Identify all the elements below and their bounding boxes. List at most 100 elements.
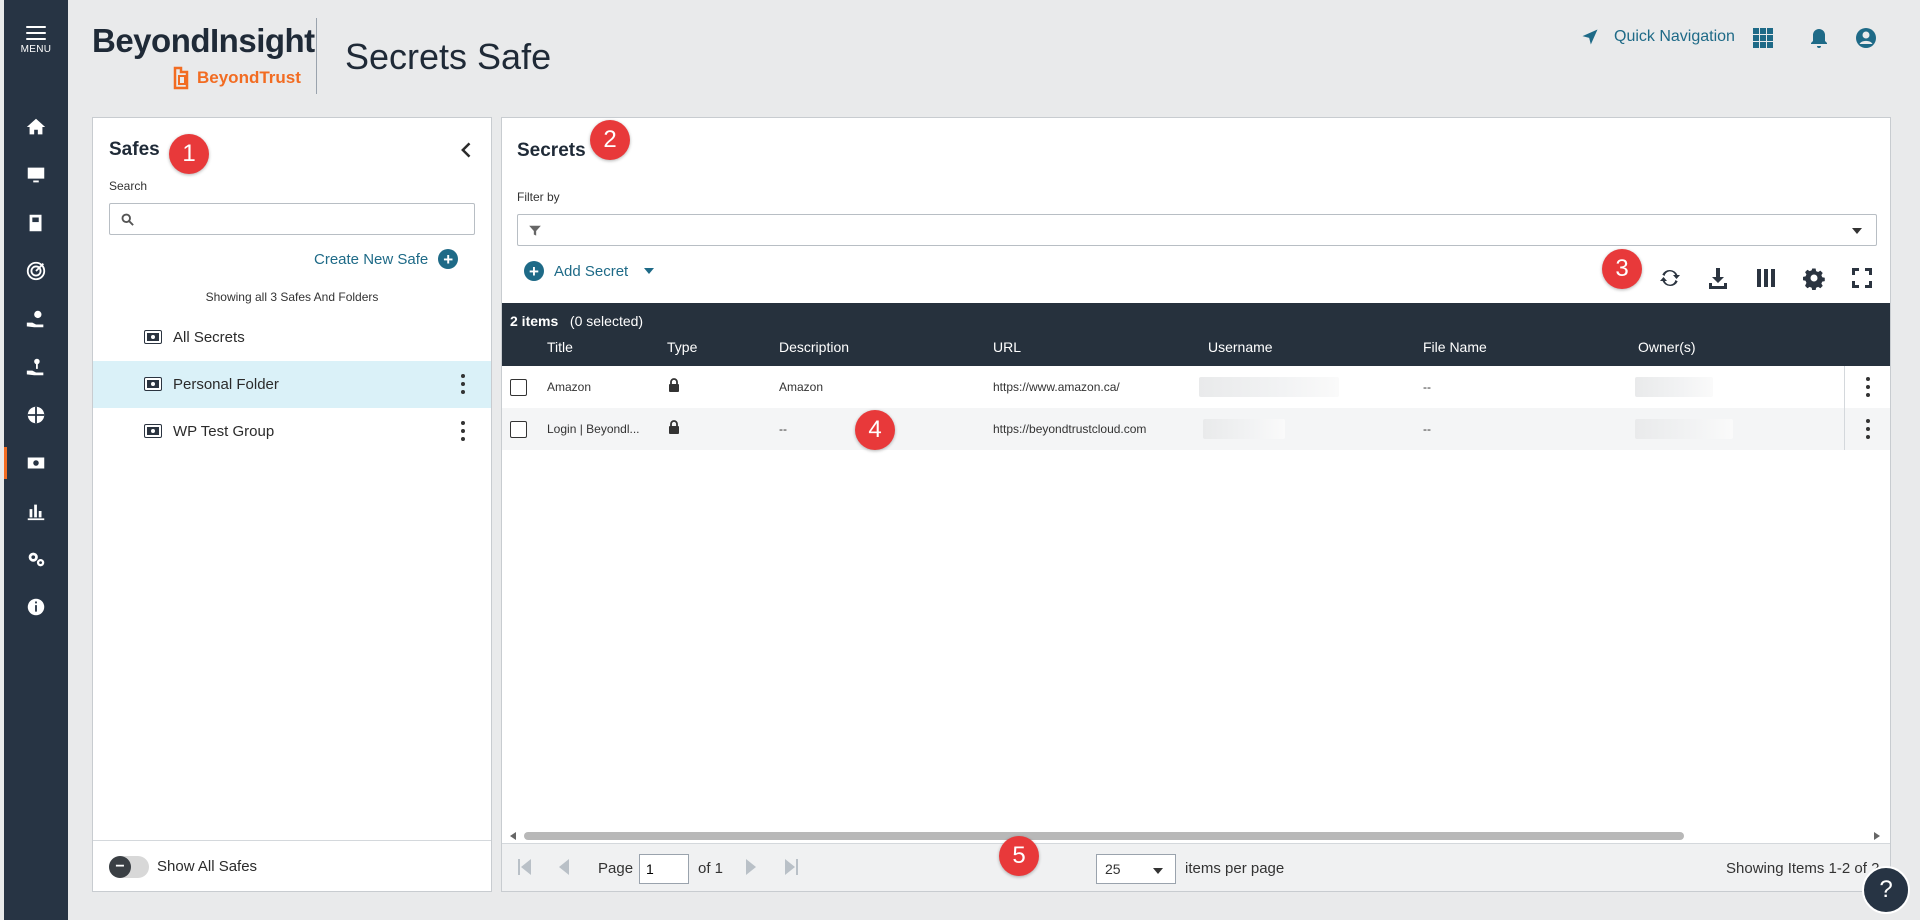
apps-grid-button[interactable] (1751, 26, 1775, 50)
chevron-left-icon (461, 142, 471, 158)
column-header-username[interactable]: Username (1208, 339, 1273, 355)
callout-badge-3: 3 (1602, 249, 1642, 289)
safe-item-personal-folder[interactable]: Personal Folder (93, 361, 491, 408)
cell-file-name: -- (1423, 422, 1431, 436)
row-checkbox[interactable] (510, 379, 527, 396)
create-new-safe-button[interactable]: Create New Safe + (314, 249, 459, 269)
info-icon (27, 598, 45, 616)
menu-button[interactable]: MENU (4, 26, 68, 55)
hand-key-icon (26, 358, 44, 376)
nav-secrets-safe[interactable] (4, 443, 68, 483)
safes-search-input[interactable] (142, 208, 462, 230)
filter-label: Filter by (517, 190, 560, 204)
nav-smart-rules[interactable] (4, 203, 68, 243)
table-row[interactable]: Login | Beyondl... -- https://beyondtrus… (502, 408, 1890, 450)
more-options-icon[interactable] (460, 374, 466, 394)
cell-title[interactable]: Amazon (547, 380, 591, 394)
safes-panel: Safes 1 Search Create New Safe + Showing… (92, 117, 492, 892)
columns-button[interactable] (1754, 266, 1778, 290)
table-row[interactable]: Amazon Amazon https://www.amazon.ca/ -- (502, 366, 1890, 408)
add-secret-label: Add Secret (554, 262, 629, 280)
fullscreen-button[interactable] (1850, 266, 1874, 290)
columns-icon (1757, 269, 1775, 287)
column-header-description[interactable]: Description (779, 339, 849, 355)
nav-reports[interactable] (4, 491, 68, 531)
plus-circle-icon: + (524, 261, 544, 281)
hamburger-icon (26, 26, 46, 40)
user-profile-button[interactable] (1854, 26, 1878, 50)
settings-button[interactable] (1802, 266, 1826, 291)
nav-home[interactable] (4, 107, 68, 147)
nav-discovery[interactable] (4, 395, 68, 435)
column-header-type[interactable]: Type (667, 339, 697, 355)
previous-page-button[interactable] (557, 858, 573, 876)
page-label: Page (598, 860, 634, 877)
show-all-safes-toggle[interactable]: − (109, 856, 149, 878)
next-page-button[interactable] (742, 858, 758, 876)
filter-dropdown[interactable] (517, 214, 1877, 246)
brand-sub-logo: BeyondTrust (172, 66, 301, 90)
last-page-button[interactable] (783, 858, 799, 876)
brand-name: BeyondInsight (92, 22, 315, 59)
safe-icon (144, 424, 162, 438)
nav-assets[interactable] (4, 155, 68, 195)
secrets-grid-header: 2 items (0 selected) Title Type Descript… (502, 303, 1890, 366)
callout-badge-5: 5 (999, 836, 1039, 876)
more-options-icon[interactable] (1865, 419, 1871, 439)
nav-configuration[interactable] (4, 539, 68, 579)
safes-title: Safes (109, 139, 160, 160)
nav-password-safe[interactable] (4, 347, 68, 387)
nav-delegation[interactable] (4, 299, 68, 339)
question-icon: ? (1879, 876, 1893, 903)
cell-url: https://www.amazon.ca/ (993, 380, 1120, 394)
column-header-title[interactable]: Title (547, 339, 573, 355)
search-icon (121, 213, 134, 226)
column-header-url[interactable]: URL (993, 339, 1021, 355)
help-button[interactable]: ? (1862, 866, 1910, 914)
first-page-button[interactable] (517, 858, 533, 876)
last-page-icon (785, 859, 798, 875)
column-header-owners[interactable]: Owner(s) (1638, 339, 1696, 355)
safes-search[interactable] (109, 203, 475, 235)
scroll-right-icon[interactable] (1874, 832, 1880, 840)
cell-file-name: -- (1423, 380, 1431, 394)
cell-owners-redacted (1635, 377, 1713, 397)
bell-icon (1811, 29, 1827, 48)
cell-title[interactable]: Login | Beyondl... (547, 422, 640, 436)
safe-item-wp-test-group[interactable]: WP Test Group (93, 408, 491, 455)
beyondtrust-logo-icon (173, 66, 189, 90)
nav-about[interactable] (4, 587, 68, 627)
safe-item-all-secrets[interactable]: All Secrets (93, 314, 491, 361)
column-header-file-name[interactable]: File Name (1423, 339, 1487, 355)
gear-icon (1803, 268, 1825, 291)
items-per-page-select[interactable]: 25 (1096, 854, 1176, 884)
nav-rail: MENU (4, 0, 68, 920)
row-actions[interactable] (1844, 366, 1890, 408)
safe-item-label: All Secrets (173, 329, 245, 346)
previous-page-icon (559, 859, 569, 875)
brand-sub-name: BeyondTrust (197, 68, 301, 87)
more-options-icon[interactable] (1865, 377, 1871, 397)
refresh-button[interactable] (1658, 266, 1682, 290)
page-number-input[interactable] (639, 854, 689, 884)
radar-icon (26, 261, 46, 281)
add-secret-button[interactable]: + Add Secret (524, 261, 655, 281)
quick-navigation[interactable]: Quick Navigation (1580, 27, 1735, 47)
monitor-icon (27, 167, 45, 183)
cell-url: https://beyondtrustcloud.com (993, 422, 1147, 436)
cell-username-redacted (1203, 419, 1285, 439)
lock-icon (669, 378, 679, 392)
nav-analytics[interactable] (4, 251, 68, 291)
collapse-panel-button[interactable] (457, 140, 477, 160)
location-arrow-icon (1582, 29, 1598, 45)
callout-badge-4: 4 (855, 410, 895, 450)
scroll-left-icon[interactable] (510, 832, 516, 840)
row-checkbox[interactable] (510, 421, 527, 438)
horizontal-scrollbar[interactable] (502, 827, 1890, 843)
more-options-icon[interactable] (460, 421, 466, 441)
scrollbar-thumb[interactable] (524, 832, 1684, 840)
plus-circle-icon: + (438, 249, 459, 269)
download-button[interactable] (1706, 266, 1730, 290)
row-actions[interactable] (1844, 408, 1890, 450)
notifications-button[interactable] (1807, 26, 1831, 50)
